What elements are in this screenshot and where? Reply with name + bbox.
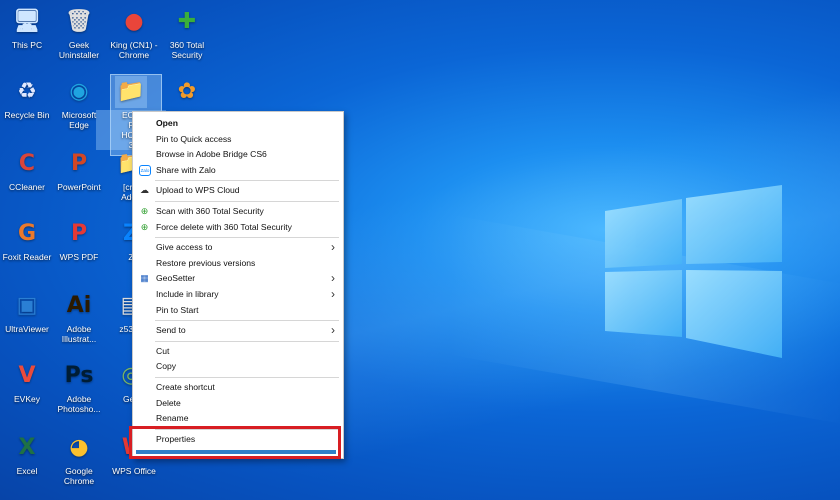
desktop-icon-image: Ai [63, 290, 95, 322]
app-icon: ◕ [69, 435, 89, 460]
app-icon: 🗑 [65, 9, 93, 34]
menu-item-label: Cut [156, 345, 170, 356]
desktop-icon-image: Ps [63, 360, 95, 392]
chevron-right-icon: › [331, 240, 335, 255]
menu-item-rename[interactable]: Rename [133, 411, 343, 426]
desktop-icon-image: ● [118, 6, 150, 38]
wallpaper-light-beam [450, 214, 840, 426]
app-icon: ● [124, 9, 144, 34]
menu-item-geosetter[interactable]: ▦ GeoSetter › [133, 271, 343, 286]
menu-separator [155, 201, 339, 202]
menu-item-force-delete-with-360-total-security[interactable]: ⊕ Force delete with 360 Total Security [133, 220, 343, 235]
menu-item-label: Pin to Quick access [156, 133, 232, 144]
app-icon: X [18, 435, 36, 460]
app-icon: P [70, 221, 88, 246]
properties-highlight-box [129, 426, 341, 459]
menu-item-label: Restore previous versions [156, 257, 256, 268]
menu-item-give-access-to[interactable]: Give access to › [133, 240, 343, 255]
desktop-icon-image: ♻ [11, 76, 43, 108]
app-icon: 📁 [117, 79, 145, 104]
menu-item-share-with-zalo[interactable]: Zalo Share with Zalo [133, 163, 343, 178]
menu-item-label: Upload to WPS Cloud [156, 185, 240, 196]
share-with-zalo-icon: Zalo [139, 164, 151, 176]
app-icon: P [70, 151, 88, 176]
menu-item-label: Open [156, 118, 178, 128]
wallpaper-light-beam [330, 85, 840, 465]
menu-separator [155, 340, 339, 342]
menu-separator [155, 237, 339, 239]
desktop-icon-image: 🖥 [11, 6, 43, 38]
menu-item-restore-previous-versions[interactable]: Restore previous versions [133, 256, 343, 271]
desktop-icon-image: ◉ [63, 76, 95, 108]
menu-item-label: Browse in Adobe Bridge CS6 [156, 149, 267, 160]
app-icon: G [17, 221, 37, 246]
menu-separator [155, 320, 339, 322]
desktop-icon[interactable]: ✿ [152, 76, 222, 110]
context-menu: Open Pin to Quick access Browse in Adobe B… [132, 111, 344, 459]
desktop-icon-label: WPS Office [112, 466, 156, 476]
desktop-icon-image: ▣ [11, 290, 43, 322]
menu-item-open[interactable]: Open [133, 116, 343, 131]
menu-item-label: Share with Zalo [156, 164, 216, 175]
desktop-icon-image: ◕ [63, 432, 95, 464]
app-icon: ✚ [177, 9, 197, 34]
menu-separator [155, 180, 339, 182]
scan-with-360-total-security-icon: ⊕ [140, 206, 149, 216]
app-icon: ♻ [17, 79, 37, 104]
menu-separator [155, 377, 339, 378]
menu-item-delete[interactable]: Delete [133, 396, 343, 411]
app-icon: Ps [64, 363, 94, 388]
desktop-icon-image: P [63, 148, 95, 180]
menu-item-cut[interactable]: Cut [133, 344, 343, 359]
menu-item-label: Include in library [156, 289, 219, 299]
menu-item-label: Create shortcut [156, 382, 215, 392]
app-icon: ✿ [177, 79, 197, 104]
menu-item-label: Scan with 360 Total Security [156, 206, 264, 216]
menu-item-scan-with-360-total-security[interactable]: ⊕ Scan with 360 Total Security [133, 204, 343, 219]
desktop-icon-image: ✿ [171, 76, 203, 108]
desktop-icon-image: X [11, 432, 43, 464]
menu-item-label: Give access to [156, 242, 213, 253]
desktop-icon-image: V [11, 360, 43, 392]
desktop-icon-image: C [11, 148, 43, 180]
menu-item-label: Delete [156, 397, 181, 408]
menu-item-label: Force delete with 360 Total Security [156, 221, 292, 232]
geosetter-icon: ▦ [140, 273, 149, 284]
chevron-right-icon: › [331, 271, 335, 286]
menu-item-pin-to-quick-access[interactable]: Pin to Quick access [133, 132, 343, 147]
menu-item-label: Pin to Start [156, 304, 199, 315]
menu-item-label: Send to [156, 325, 186, 336]
app-icon: C [18, 151, 36, 176]
force-delete-with-360-total-security-icon: ⊕ [140, 221, 149, 232]
menu-item-copy[interactable]: Copy [133, 359, 343, 374]
chevron-right-icon: › [331, 323, 335, 338]
desktop-icon-image: G [11, 218, 43, 250]
menu-item-label: Rename [156, 413, 189, 424]
menu-item-create-shortcut[interactable]: Create shortcut [133, 380, 343, 395]
menu-item-send-to[interactable]: Send to › [133, 323, 343, 338]
app-icon: V [18, 363, 36, 388]
menu-item-label: Copy [156, 361, 177, 372]
menu-item-upload-to-wps-cloud[interactable]: ☁ Upload to WPS Cloud [133, 183, 343, 198]
app-icon: 🖥 [13, 9, 41, 34]
menu-item-label: GeoSetter [156, 273, 196, 284]
menu-item-browse-in-adobe-bridge-cs6[interactable]: Browse in Adobe Bridge CS6 [133, 147, 343, 162]
app-icon: ▣ [16, 293, 38, 318]
desktop-icon-image: ✚ [171, 6, 203, 38]
app-icon: ◉ [69, 79, 89, 104]
chevron-right-icon: › [331, 287, 335, 301]
upload-to-wps-cloud-icon: ☁ [140, 185, 149, 196]
app-icon: Ai [66, 293, 92, 318]
menu-item-include-in-library[interactable]: Include in library › [133, 287, 343, 302]
desktop-icon-label: 360 Total Security [169, 40, 205, 60]
desktop[interactable]: 🖥 This PC 🗑 Geek Uninstaller ● King (CN1) - C… [0, 0, 840, 500]
desktop-icon-image: P [63, 218, 95, 250]
desktop-icon[interactable]: ✚ 360 Total Security [152, 6, 222, 61]
menu-item-pin-to-start[interactable]: Pin to Start [133, 303, 343, 318]
desktop-icon-image: 🗑 [63, 6, 95, 38]
desktop-icon-image: 📁 [115, 76, 147, 108]
